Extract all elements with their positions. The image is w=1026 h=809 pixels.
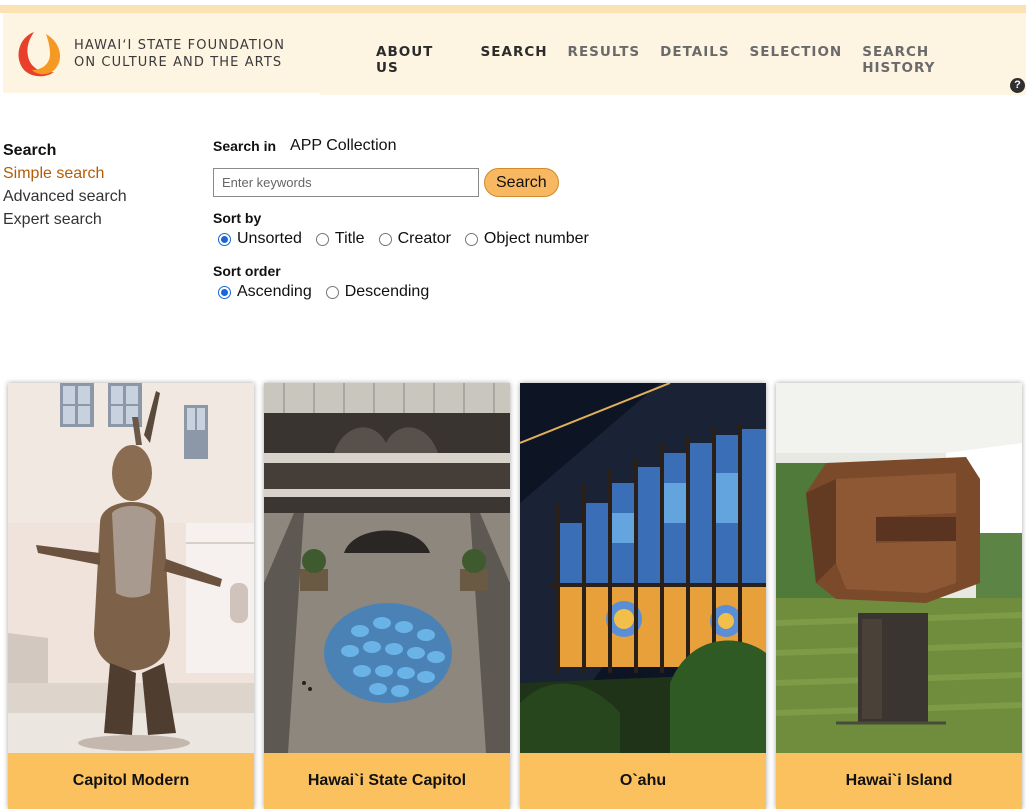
site-header: HAWAIʻI STATE FOUNDATION ON CULTURE AND … — [3, 13, 1026, 93]
nav-details[interactable]: DETAILS — [660, 44, 729, 76]
search-sidebar: Search Simple search Advanced search Exp… — [3, 139, 127, 231]
sidebar-item-expert-search[interactable]: Expert search — [3, 208, 127, 231]
keywords-row: Search — [213, 168, 598, 197]
capitol-modern-image — [8, 383, 254, 753]
card-hawaii-island[interactable]: Hawai`i Island — [776, 383, 1022, 809]
sort-by-label: Sort by — [213, 210, 262, 226]
search-in-label: Search in — [213, 138, 277, 154]
card-caption: Hawai`i Island — [776, 753, 1022, 809]
card-caption: Hawai`i State Capitol — [264, 753, 510, 809]
sort-order-ascending-radio[interactable] — [218, 285, 231, 299]
card-capitol-modern[interactable]: Capitol Modern — [8, 383, 254, 809]
help-icon[interactable]: ? — [1010, 78, 1025, 93]
header-top-strip — [0, 5, 1026, 13]
search-in-row: Search in APP Collection — [213, 137, 598, 155]
sort-order-group: Ascending Descending — [213, 283, 598, 301]
nav-about-us[interactable]: ABOUT US — [376, 44, 461, 76]
nav-selection[interactable]: SELECTION — [750, 44, 843, 76]
card-caption: O`ahu — [520, 753, 766, 809]
sidebar-heading: Search — [3, 142, 57, 159]
sidebar-item-advanced-search[interactable]: Advanced search — [3, 185, 127, 208]
sort-order-descending-radio[interactable] — [325, 285, 339, 299]
state-capitol-image — [264, 383, 510, 753]
sort-by-group: Unsorted Title Creator Object number — [213, 230, 598, 248]
sort-by-title-label[interactable]: Title — [335, 230, 365, 248]
hawaii-island-image — [776, 383, 1022, 753]
main-nav: ABOUT US SEARCH RESULTS DETAILS SELECTIO… — [376, 44, 1026, 76]
card-caption: Capitol Modern — [8, 753, 254, 809]
logo-line-2: ON CULTURE AND THE ARTS — [74, 55, 283, 70]
logo-line-1: HAWAIʻI STATE FOUNDATION — [74, 38, 286, 53]
header-underline — [320, 93, 1026, 95]
search-button[interactable]: Search — [484, 168, 559, 197]
keywords-input[interactable] — [213, 168, 479, 197]
collection-name: APP Collection — [290, 137, 397, 154]
nav-search-history[interactable]: SEARCH HISTORY — [862, 44, 1006, 76]
sort-by-unsorted-label[interactable]: Unsorted — [237, 230, 302, 248]
sort-by-creator-radio[interactable] — [378, 232, 392, 246]
sidebar-item-simple-search[interactable]: Simple search — [3, 162, 127, 185]
sort-by-object-number-label[interactable]: Object number — [484, 230, 589, 248]
simple-search-form: Search in APP Collection Search Sort by … — [213, 137, 598, 301]
card-oahu[interactable]: O`ahu — [520, 383, 766, 809]
sort-by-object-number-radio[interactable] — [464, 232, 478, 246]
sort-order-ascending-label[interactable]: Ascending — [237, 283, 312, 301]
sort-by-title-radio[interactable] — [315, 232, 329, 246]
oahu-image — [520, 383, 766, 753]
hsfca-logo-icon[interactable] — [12, 28, 68, 80]
logo-text[interactable]: HAWAIʻI STATE FOUNDATION ON CULTURE AND … — [74, 37, 285, 71]
nav-search[interactable]: SEARCH — [481, 44, 548, 76]
card-hawaii-state-capitol[interactable]: Hawai`i State Capitol — [264, 383, 510, 809]
sort-by-unsorted-radio[interactable] — [218, 232, 231, 246]
sort-order-label: Sort order — [213, 263, 281, 279]
sort-by-creator-label[interactable]: Creator — [398, 230, 451, 248]
sort-order-descending-label[interactable]: Descending — [345, 283, 430, 301]
nav-results[interactable]: RESULTS — [568, 44, 641, 76]
